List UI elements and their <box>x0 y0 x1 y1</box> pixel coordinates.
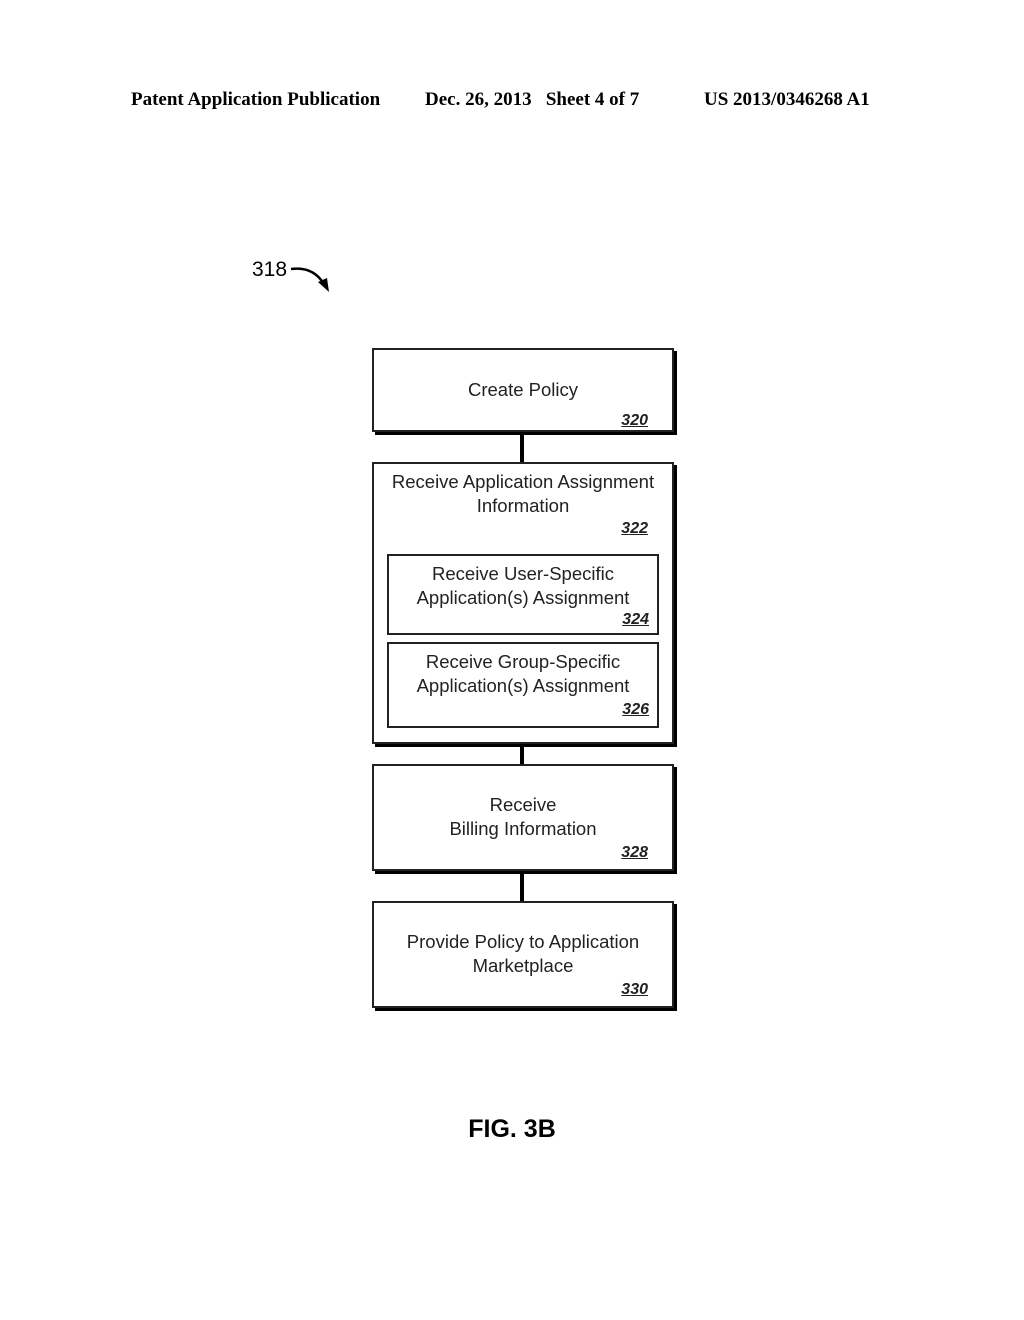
substep-number: 326 <box>622 701 649 718</box>
step-create-policy: Create Policy 320 <box>372 348 674 432</box>
step-label-line-2: Information <box>476 495 570 516</box>
step-number: 328 <box>621 844 648 861</box>
substep-label-line-1: Receive User-Specific <box>432 563 614 584</box>
date-sheet: Dec. 26, 2013 Sheet 4 of 7 <box>425 89 640 110</box>
substep-label-line-2: Application(s) Assignment <box>416 675 630 696</box>
publication-title: Patent Application Publication <box>131 89 381 110</box>
substep-number: 324 <box>622 611 649 628</box>
step-label-line-1: Provide Policy to Application <box>406 931 640 952</box>
step-receive-billing-information: Receive Billing Information 328 <box>372 764 674 871</box>
step-number: 322 <box>621 520 648 537</box>
reference-arrow-icon <box>290 267 329 292</box>
step-label-line-1: Receive Application Assignment <box>391 471 655 492</box>
substep-label-line-2: Application(s) Assignment <box>416 587 630 608</box>
substep-user-specific-assignment: Receive User-Specific Application(s) Ass… <box>387 554 659 635</box>
step-label: Create Policy <box>467 379 578 400</box>
step-label-line-2: Marketplace <box>472 955 574 976</box>
connector-line <box>520 871 524 901</box>
diagram-reference-number: 318 <box>252 258 288 281</box>
substep-label-line-1: Receive Group-Specific <box>425 651 621 672</box>
substep-group-specific-assignment: Receive Group-Specific Application(s) As… <box>387 642 659 728</box>
step-label-line-2: Billing Information <box>449 818 597 839</box>
step-receive-application-assignment: Receive Application Assignment Informati… <box>372 462 674 744</box>
patent-number: US 2013/0346268 A1 <box>704 89 870 110</box>
figure-label: FIG. 3B <box>468 1115 556 1143</box>
step-label-line-1: Receive <box>489 794 557 815</box>
step-number: 320 <box>621 412 648 429</box>
step-number: 330 <box>621 981 648 998</box>
step-provide-policy-to-marketplace: Provide Policy to Application Marketplac… <box>372 901 674 1008</box>
connector-line <box>520 744 524 764</box>
connector-line <box>520 432 524 462</box>
